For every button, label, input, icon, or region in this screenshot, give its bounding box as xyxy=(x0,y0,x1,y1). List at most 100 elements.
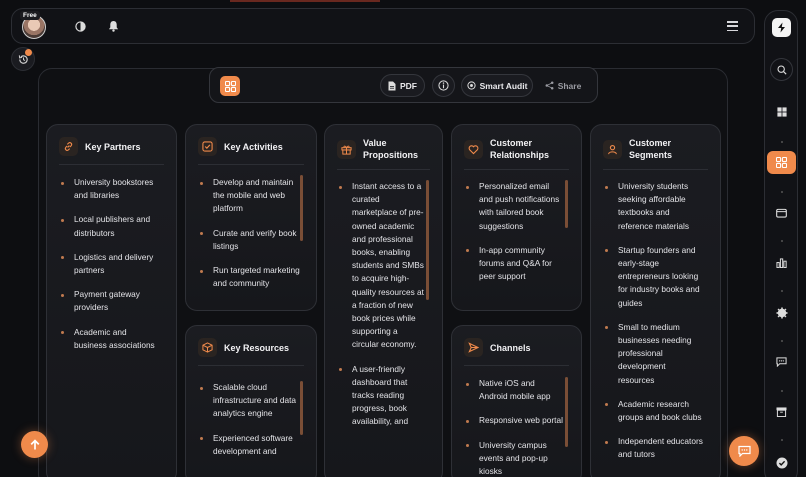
share-label: Share xyxy=(557,80,582,91)
wallet-icon xyxy=(776,208,787,218)
bell-icon[interactable] xyxy=(106,19,120,33)
chat-icon xyxy=(737,445,751,457)
list-item: Curate and verify book listings xyxy=(200,227,300,253)
smart-audit-label: Smart Audit xyxy=(479,80,528,91)
card-title: Channels xyxy=(490,342,531,353)
list-item: Independent educators and tutors xyxy=(605,435,704,461)
info-button[interactable] xyxy=(432,74,455,97)
dashboard-button[interactable] xyxy=(770,100,793,123)
card-header: Customer Relationships xyxy=(464,137,569,170)
key-activities-list: Develop and maintain the mobile and web … xyxy=(200,176,300,296)
key-partners-list: University bookstores and libraries Loca… xyxy=(61,176,160,363)
rail-separator xyxy=(781,390,783,392)
card-header: Channels xyxy=(464,338,569,366)
box-icon xyxy=(198,338,217,357)
settings-button[interactable] xyxy=(770,301,793,324)
scrollbar[interactable] xyxy=(426,180,429,300)
list-item: University students seeking affordable t… xyxy=(605,180,704,233)
audit-icon xyxy=(466,81,476,90)
rail-separator xyxy=(781,439,783,441)
right-rail xyxy=(764,10,798,477)
scrollbar[interactable] xyxy=(300,175,303,241)
list-item: Run targeted marketing and community xyxy=(200,264,300,290)
chat-button[interactable] xyxy=(729,436,759,466)
app-logo[interactable] xyxy=(772,18,791,37)
grid-icon xyxy=(776,157,787,168)
list-item: Startup founders and early-stage entrepr… xyxy=(605,244,704,310)
pdf-button[interactable]: PDF xyxy=(380,74,425,97)
list-item: Native iOS and Android mobile app xyxy=(466,377,565,403)
wallet-button[interactable] xyxy=(770,201,793,224)
card-title: Customer Segments xyxy=(629,138,673,160)
file-icon xyxy=(388,81,396,90)
list-item: Payment gateway providers xyxy=(61,288,160,314)
message-icon xyxy=(776,357,787,367)
check-circle-icon xyxy=(776,457,787,468)
share-button[interactable]: Share xyxy=(538,74,588,97)
card-header: Customer Segments xyxy=(603,137,708,170)
list-item: Personalized email and push notification… xyxy=(466,180,565,233)
grid-icon xyxy=(224,80,236,92)
card-customer-relationships[interactable]: Customer Relationships Personalized emai… xyxy=(451,124,582,311)
card-header: Value Propositions xyxy=(337,137,430,170)
analytics-button[interactable] xyxy=(770,251,793,274)
canvas-view-button[interactable] xyxy=(767,151,796,174)
list-item: In-app community forums and Q&A for peer… xyxy=(466,244,565,284)
search-button[interactable] xyxy=(770,58,793,81)
list-item: Local publishers and distributors xyxy=(61,213,160,239)
card-title: Value Propositions xyxy=(363,138,419,160)
smart-audit-button[interactable]: Smart Audit xyxy=(461,74,533,97)
card-header: Key Partners xyxy=(59,137,164,165)
card-title: Key Resources xyxy=(224,342,290,353)
card-title: Key Activities xyxy=(224,141,283,152)
scroll-top-button[interactable] xyxy=(21,431,48,458)
list-item: Responsive web portal xyxy=(466,414,565,427)
scrollbar[interactable] xyxy=(300,381,303,435)
search-icon xyxy=(776,64,787,75)
list-item: A user-friendly dashboard that tracks re… xyxy=(339,363,424,429)
checkbox-icon xyxy=(198,137,217,156)
list-item: University bookstores and libraries xyxy=(61,176,160,202)
rail-separator xyxy=(781,141,783,143)
heart-icon xyxy=(464,139,483,159)
pdf-label: PDF xyxy=(400,80,417,91)
list-item: Logistics and delivery partners xyxy=(61,251,160,277)
customer-segments-list: University students seeking affordable t… xyxy=(605,180,704,473)
card-key-activities[interactable]: Key Activities Develop and maintain the … xyxy=(185,124,317,311)
user-icon xyxy=(603,139,622,159)
grid-view-button[interactable] xyxy=(220,76,240,96)
rail-separator xyxy=(781,290,783,292)
card-value-propositions[interactable]: Value Propositions Instant access to a c… xyxy=(324,124,443,477)
done-button[interactable] xyxy=(770,451,793,474)
list-item: University campus events and pop-up kios… xyxy=(466,439,565,477)
scrollbar[interactable] xyxy=(565,377,568,447)
card-customer-segments[interactable]: Customer Segments University students se… xyxy=(590,124,721,477)
rail-separator xyxy=(781,240,783,242)
list-item: Small to medium businesses needing profe… xyxy=(605,321,704,387)
menu-icon[interactable] xyxy=(727,21,738,31)
page: Free PDF Smart Audit Share Key Partners … xyxy=(0,0,806,477)
list-item: Experienced software development and xyxy=(200,432,300,458)
scrollbar[interactable] xyxy=(565,180,568,228)
list-item: Instant access to a curated marketplace … xyxy=(339,180,424,352)
link-icon xyxy=(59,137,78,156)
share-icon xyxy=(545,81,554,90)
value-propositions-list: Instant access to a curated marketplace … xyxy=(339,180,424,440)
top-glow xyxy=(230,0,380,2)
top-bar: Free xyxy=(11,8,755,44)
plan-badge: Free xyxy=(20,11,40,20)
send-icon xyxy=(464,338,483,357)
card-channels[interactable]: Channels Native iOS and Android mobile a… xyxy=(451,325,582,477)
bar-chart-icon xyxy=(776,257,787,268)
card-title: Customer Relationships xyxy=(490,138,550,160)
card-key-partners[interactable]: Key Partners University bookstores and l… xyxy=(46,124,177,477)
arrow-up-icon xyxy=(30,438,39,449)
gift-icon xyxy=(337,139,356,159)
key-resources-list: Scalable cloud infrastructure and data a… xyxy=(200,381,300,469)
archive-button[interactable] xyxy=(770,400,793,423)
card-header: Key Resources xyxy=(198,338,304,366)
contrast-icon[interactable] xyxy=(73,19,87,33)
card-key-resources[interactable]: Key Resources Scalable cloud infrastruct… xyxy=(185,325,317,477)
list-item: Scalable cloud infrastructure and data a… xyxy=(200,381,300,421)
messages-button[interactable] xyxy=(770,350,793,373)
